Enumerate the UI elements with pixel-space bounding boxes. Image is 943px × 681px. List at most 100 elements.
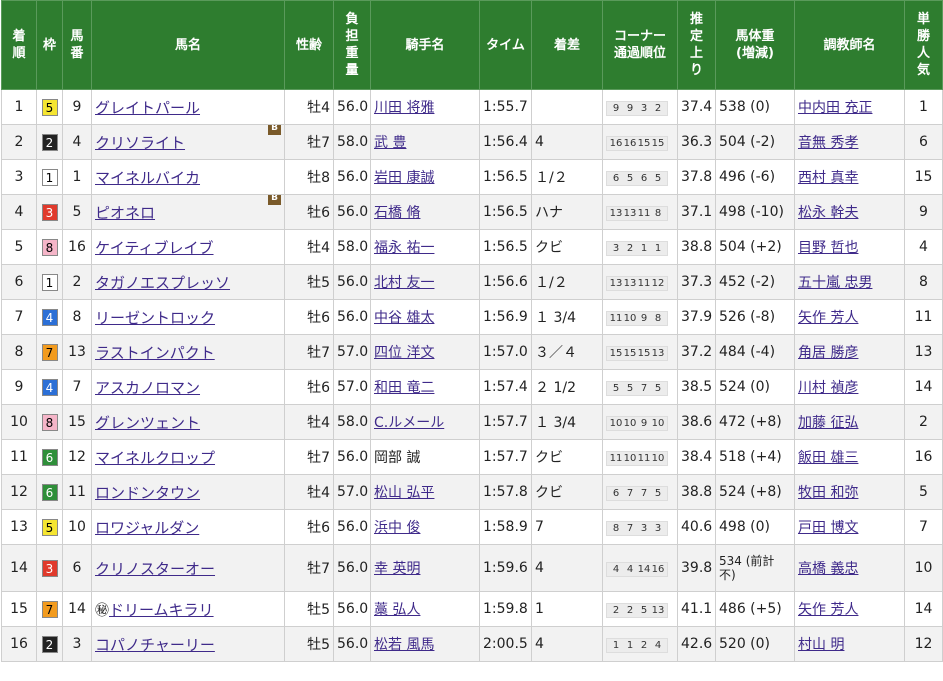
waku-badge: 8 [41, 238, 58, 256]
finish-time: 2:00.5 [479, 626, 532, 662]
corner-position: 7 [640, 487, 648, 499]
last-3f: 41.1 [677, 591, 716, 627]
horse-name-link[interactable]: グレイトパール [95, 99, 200, 117]
jockey-link[interactable]: C.ルメール [374, 415, 444, 431]
horse-name-link[interactable]: マイネルクロップ [95, 449, 215, 467]
finish-position: 14 [1, 544, 37, 592]
jockey-link[interactable]: 中谷 雄太 [374, 310, 434, 326]
sex-age: 牡5 [284, 591, 334, 627]
horse-name-link[interactable]: タガノエスプレッソ [95, 274, 230, 292]
waku-badge: 5 [41, 518, 58, 536]
trainer-cell: 矢作 芳人 [794, 591, 905, 627]
finish-position: 8 [1, 334, 37, 370]
carried-weight: 56.0 [333, 509, 371, 545]
trainer-link[interactable]: 矢作 芳人 [798, 310, 858, 326]
trainer-link[interactable]: 矢作 芳人 [798, 602, 858, 618]
horse-name-link[interactable]: マイネルバイカ [95, 169, 200, 187]
margin: 4 [531, 124, 603, 160]
jockey-link[interactable]: 福永 祐一 [374, 240, 434, 256]
sex-age: 牡7 [284, 544, 334, 592]
jockey-link[interactable]: 川田 将雅 [374, 100, 434, 116]
sex-age: 牡6 [284, 369, 334, 405]
finish-time: 1:57.4 [479, 369, 532, 405]
last-3f: 37.8 [677, 159, 716, 195]
margin: ２ 1/2 [531, 369, 603, 405]
trainer-link[interactable]: 牧田 和弥 [798, 485, 858, 501]
jockey-link[interactable]: 四位 洋文 [374, 345, 434, 361]
trainer-link[interactable]: 五十嵐 忠男 [798, 275, 872, 291]
popularity: 11 [904, 299, 943, 335]
trainer-link[interactable]: 目野 哲也 [798, 240, 858, 256]
jockey-cell: 中谷 雄太 [370, 299, 480, 335]
table-row: 1 5 9 グレイトパール 牡4 56.0 川田 将雅 1:55.7 9 9 3 2 37.4 538 (… [1, 89, 943, 125]
jockey-link[interactable]: 幸 英明 [374, 561, 420, 577]
body-weight: 504 (+2) [715, 229, 795, 265]
margin: １/２ [531, 264, 603, 300]
horse-name-link[interactable]: クリノスターオー [95, 560, 215, 578]
horse-name-link[interactable]: ロンドンタウン [95, 484, 200, 502]
body-weight: 518 (+4) [715, 439, 795, 475]
horse-name-link[interactable]: ラストインパクト [95, 344, 215, 362]
waku-cell: 5 [36, 509, 63, 545]
corner-box: 1124 [606, 637, 668, 653]
horse-name-link[interactable]: アスカノロマン [95, 379, 200, 397]
waku-badge: 3 [41, 559, 58, 577]
trainer-link[interactable]: 高橋 義忠 [798, 561, 858, 577]
horse-name-link[interactable]: グレンツェント [95, 414, 200, 432]
horse-name-link[interactable]: ピオネロ [95, 204, 155, 222]
horse-name-link[interactable]: ドリームキラリ [109, 601, 214, 619]
corner-position: 6 [640, 172, 648, 184]
corner-position: 7 [626, 487, 634, 499]
horse-name-link[interactable]: クリソライト [95, 134, 185, 152]
trainer-link[interactable]: 村山 明 [798, 637, 844, 653]
corner-position: 5 [612, 382, 620, 394]
horse-name-cell: コパノチャーリー [91, 626, 285, 662]
trainer-link[interactable]: 西村 真幸 [798, 170, 858, 186]
horse-name-link[interactable]: ケイティブレイブ [95, 239, 214, 257]
jockey-link[interactable]: 松若 風馬 [374, 637, 434, 653]
waku-badge: 2 [41, 133, 58, 151]
trainer-link[interactable]: 加藤 征弘 [798, 415, 858, 431]
jockey-link[interactable]: 松山 弘平 [374, 485, 434, 501]
trainer-link[interactable]: 音無 秀孝 [798, 135, 858, 151]
trainer-link[interactable]: 角居 勝彦 [798, 345, 858, 361]
trainer-cell: 角居 勝彦 [794, 334, 905, 370]
last-3f: 38.6 [677, 404, 716, 440]
horse-name-link[interactable]: コパノチャーリー [95, 636, 215, 654]
last-3f: 37.1 [677, 194, 716, 230]
corner-box: 13 13 11 8 [606, 205, 668, 221]
jockey-link[interactable]: 北村 友一 [374, 275, 434, 291]
trainer-cell: 牧田 和弥 [794, 474, 905, 510]
last-3f: 38.8 [677, 474, 716, 510]
corner-box: 11 10 9 8 [606, 310, 668, 326]
jockey-link[interactable]: 浜中 俊 [374, 520, 420, 536]
jockey-link[interactable]: 岩田 康誠 [374, 170, 434, 186]
jockey-link[interactable]: 石橋 脩 [374, 205, 420, 221]
last-3f: 36.3 [677, 124, 716, 160]
corner-box: 11 10 11 10 [606, 450, 668, 466]
finish-time: 1:57.7 [479, 404, 532, 440]
table-row: 6 1 2 タガノエスプレッソ 牡5 56.0 北村 友一 1:56.6 １/２ 13 13 11 12… [1, 264, 943, 300]
trainer-link[interactable]: 中内田 充正 [798, 100, 872, 116]
horse-name-link[interactable]: リーゼントロック [95, 309, 215, 327]
corner-position: 3 [640, 522, 648, 534]
jockey-link[interactable]: 和田 竜二 [374, 380, 434, 396]
corner-positions: 11 10 9 8 [602, 299, 678, 335]
margin [531, 89, 603, 125]
corner-position: 6 [612, 487, 620, 499]
finish-position: 3 [1, 159, 37, 195]
corner-box: 13 13 11 12 [606, 275, 668, 291]
corner-box: 10 10 9 10 [606, 415, 668, 431]
jockey-link[interactable]: 藁 弘人 [374, 602, 420, 618]
waku-cell: 2 [36, 124, 63, 160]
waku-cell: 4 [36, 299, 63, 335]
trainer-link[interactable]: 戸田 博文 [798, 520, 858, 536]
corner-position: 1 [640, 242, 648, 254]
jockey-link[interactable]: 武 豊 [374, 135, 406, 151]
trainer-link[interactable]: 松永 幹夫 [798, 205, 858, 221]
table-row: 16 2 3 コパノチャーリー 牡5 56.0 松若 風馬 2:00.5 4 1 1 2 4 42.6 52… [1, 626, 943, 662]
trainer-link[interactable]: 飯田 雄三 [798, 450, 858, 466]
horse-name-link[interactable]: ロワジャルダン [95, 519, 199, 537]
finish-position: 1 [1, 89, 37, 125]
trainer-link[interactable]: 川村 禎彦 [798, 380, 858, 396]
